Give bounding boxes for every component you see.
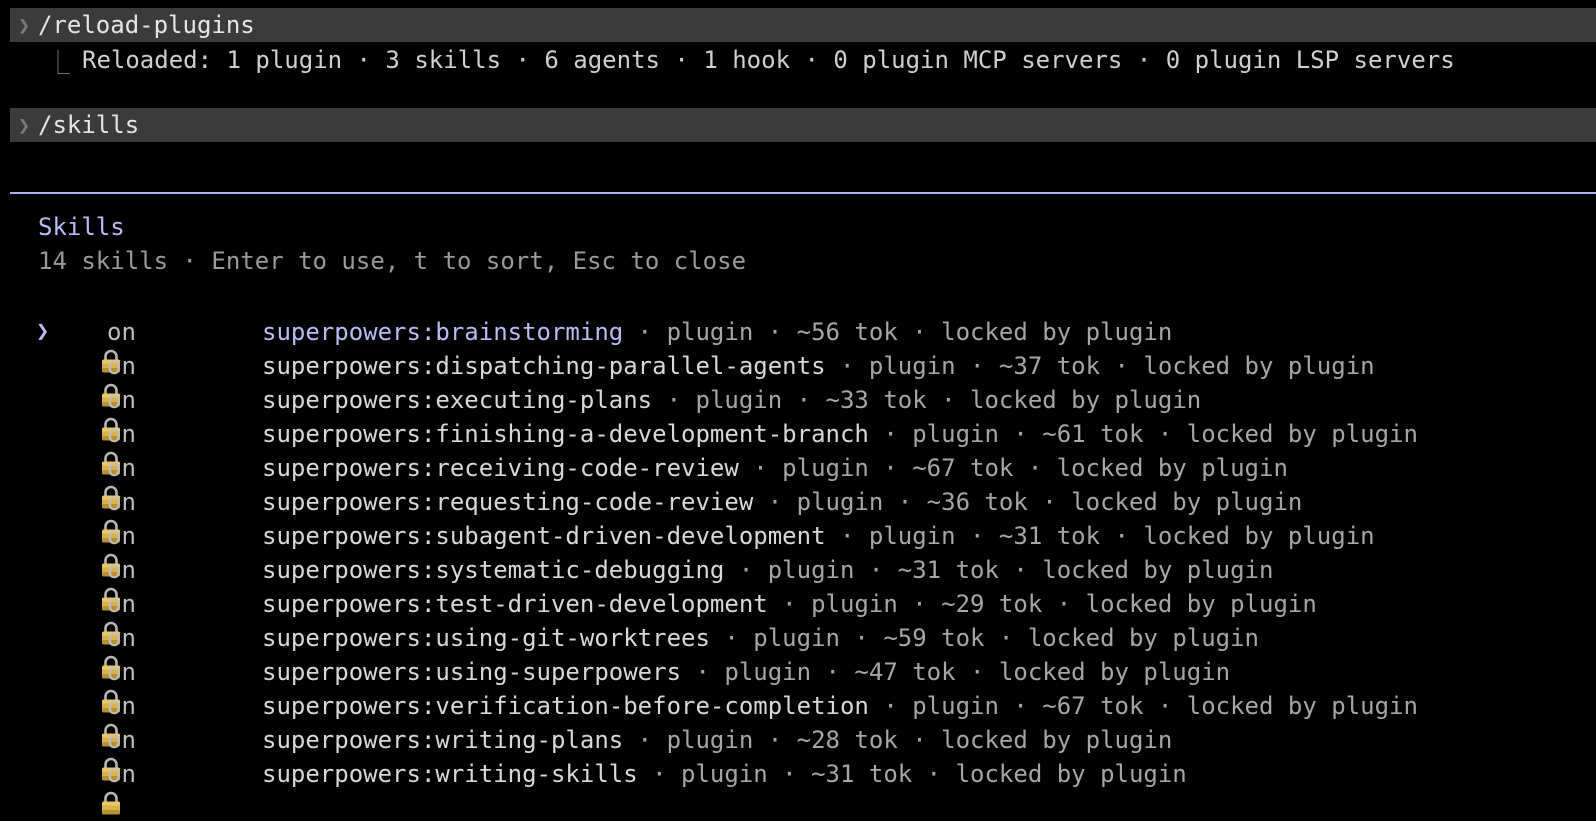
- command-entry-reload-plugins: ❯ /reload-plugins: [10, 8, 1596, 42]
- skill-meta: · plugin · ~61 tok · locked by plugin: [868, 420, 1418, 448]
- skill-row[interactable]: on superpowers:dispatching-parallel-agent…: [0, 349, 1596, 407]
- skill-row[interactable]: on superpowers:requesting-code-review · p…: [0, 485, 1596, 543]
- skill-meta: · plugin · ~67 tok · locked by plugin: [868, 692, 1418, 720]
- lock-icon: [70, 491, 120, 543]
- skill-meta: · plugin · ~29 tok · locked by plugin: [767, 590, 1317, 618]
- skill-meta: · plugin · ~47 tok · locked by plugin: [681, 658, 1231, 686]
- skill-name: superpowers:using-superpowers: [262, 658, 682, 686]
- skill-meta: · plugin · ~28 tok · locked by plugin: [623, 726, 1173, 754]
- skill-description: superpowers:finishing-a-development-bran…: [262, 417, 1418, 451]
- skill-name: superpowers:receiving-code-review: [262, 454, 739, 482]
- skill-status: on: [107, 454, 136, 482]
- skill-name: superpowers:test-driven-development: [262, 590, 768, 618]
- chevron-right-icon: ❯: [17, 13, 31, 37]
- skill-description: superpowers:test-driven-development · pl…: [262, 587, 1317, 621]
- skill-description: superpowers:systematic-debugging · plugi…: [262, 553, 1273, 587]
- skill-description: superpowers:using-superpowers · plugin ·…: [262, 655, 1230, 689]
- skill-row[interactable]: on superpowers:finishing-a-development-br…: [0, 417, 1596, 475]
- skill-status: on: [107, 590, 136, 618]
- skill-row[interactable]: on superpowers:using-git-worktrees · plug…: [0, 621, 1596, 679]
- skill-name: superpowers:executing-plans: [262, 386, 653, 414]
- skill-meta: · plugin · ~36 tok · locked by plugin: [753, 488, 1303, 516]
- skill-name: superpowers:finishing-a-development-bran…: [262, 420, 869, 448]
- lock-icon: [70, 627, 120, 679]
- command-text: /skills: [38, 111, 140, 139]
- selection-pointer-icon: ❯: [36, 319, 50, 344]
- skill-row[interactable]: on superpowers:receiving-code-review · pl…: [0, 451, 1596, 509]
- reload-result-text: Reloaded: 1 plugin · 3 skills · 6 agents…: [82, 46, 1455, 74]
- panel-divider: [10, 192, 1596, 194]
- panel-title: Skills: [38, 213, 125, 241]
- skill-meta: · plugin · ~33 tok · locked by plugin: [652, 386, 1202, 414]
- lock-icon: [70, 525, 120, 577]
- skill-name: superpowers:writing-skills: [262, 760, 638, 788]
- skill-description: superpowers:using-git-worktrees · plugin…: [262, 621, 1259, 655]
- panel-subtitle: 14 skills · Enter to use, t to sort, Esc…: [38, 247, 747, 275]
- skill-status: on: [107, 658, 136, 686]
- lock-icon: [70, 321, 120, 373]
- skill-name: superpowers:verification-before-completi…: [262, 692, 869, 720]
- skill-row[interactable]: on superpowers:executing-plans · plugin ·…: [0, 383, 1596, 441]
- command-text: /reload-plugins: [38, 11, 255, 39]
- skill-name: superpowers:subagent-driven-development: [262, 522, 826, 550]
- skill-description: superpowers:writing-plans · plugin · ~28…: [262, 723, 1172, 757]
- lock-icon: [70, 457, 120, 509]
- skill-meta: · plugin · ~67 tok · locked by plugin: [738, 454, 1288, 482]
- skill-name: superpowers:requesting-code-review: [262, 488, 754, 516]
- skill-name: superpowers:writing-plans: [262, 726, 624, 754]
- skill-status: on: [107, 386, 136, 414]
- skill-description: superpowers:verification-before-completi…: [262, 689, 1418, 723]
- skill-status: on: [107, 318, 136, 346]
- skill-status: on: [107, 692, 136, 720]
- skill-status: on: [107, 556, 136, 584]
- chevron-right-icon: ❯: [17, 113, 31, 137]
- skill-status: on: [107, 726, 136, 754]
- skill-status: on: [107, 420, 136, 448]
- skill-name: superpowers:dispatching-parallel-agents: [262, 352, 826, 380]
- command-entry-skills: ❯ /skills: [10, 108, 1596, 142]
- skill-meta: · plugin · ~31 tok · locked by plugin: [637, 760, 1187, 788]
- skill-description: superpowers:requesting-code-review · plu…: [262, 485, 1302, 519]
- skill-description: superpowers:dispatching-parallel-agents …: [262, 349, 1375, 383]
- lock-icon: [70, 559, 120, 611]
- skill-status: on: [107, 522, 136, 550]
- tree-corner-icon: ⎿: [46, 48, 70, 77]
- skill-meta: · plugin · ~59 tok · locked by plugin: [709, 624, 1260, 652]
- skill-description: superpowers:subagent-driven-development …: [262, 519, 1375, 553]
- lock-icon: [70, 355, 120, 407]
- lock-icon: [70, 593, 120, 645]
- skill-status: on: [107, 352, 136, 380]
- skill-name: superpowers:brainstorming: [262, 318, 624, 346]
- lock-icon: [70, 423, 120, 475]
- skill-row[interactable]: on superpowers:writing-plans · plugin · ~…: [0, 723, 1596, 781]
- lock-icon: [70, 729, 120, 781]
- skill-row[interactable]: on superpowers:test-driven-development · …: [0, 587, 1596, 645]
- skill-row[interactable]: on superpowers:writing-skills · plugin · …: [0, 757, 1596, 815]
- skill-name: superpowers:systematic-debugging: [262, 556, 725, 584]
- skill-row[interactable]: on superpowers:verification-before-comple…: [0, 689, 1596, 747]
- skill-meta: · plugin · ~37 tok · locked by plugin: [825, 352, 1375, 380]
- skill-description: superpowers:writing-skills · plugin · ~3…: [262, 757, 1187, 791]
- lock-icon: [70, 695, 120, 747]
- lock-icon: [70, 389, 120, 441]
- skill-meta: · plugin · ~56 tok · locked by plugin: [623, 318, 1173, 346]
- skill-meta: · plugin · ~31 tok · locked by plugin: [724, 556, 1274, 584]
- skill-description: superpowers:receiving-code-review · plug…: [262, 451, 1288, 485]
- skill-description: superpowers:executing-plans · plugin · ~…: [262, 383, 1201, 417]
- skill-row[interactable]: on superpowers:using-superpowers · plugin…: [0, 655, 1596, 713]
- skill-list: ❯ on superpowers:brainstorming · plugin ·…: [0, 315, 1596, 815]
- lock-icon: [70, 661, 120, 713]
- skill-row[interactable]: on superpowers:subagent-driven-developmen…: [0, 519, 1596, 577]
- skill-description: superpowers:brainstorming · plugin · ~56…: [262, 315, 1172, 349]
- skill-status: on: [107, 488, 136, 516]
- lock-icon: [70, 763, 120, 815]
- skill-row[interactable]: ❯ on superpowers:brainstorming · plugin ·…: [0, 315, 1596, 373]
- skill-status: on: [107, 624, 136, 652]
- skill-name: superpowers:using-git-worktrees: [262, 624, 710, 652]
- reload-result: ⎿ Reloaded: 1 plugin · 3 skills · 6 agen…: [46, 43, 1455, 77]
- skill-row[interactable]: on superpowers:systematic-debugging · plu…: [0, 553, 1596, 611]
- skill-status: on: [107, 760, 136, 788]
- skill-meta: · plugin · ~31 tok · locked by plugin: [825, 522, 1375, 550]
